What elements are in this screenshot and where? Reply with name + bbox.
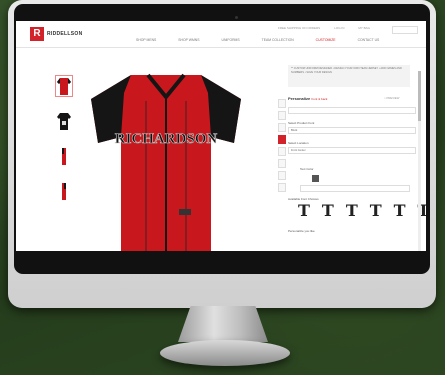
footer-label: Personalize you like [288, 229, 315, 233]
font-choice[interactable]: T [346, 203, 358, 219]
info-notice: ** CUSTOM UNIFORM DESIGNER • DESIGN YOUR… [288, 65, 410, 87]
nav-item[interactable]: SHOP MENS [136, 38, 156, 42]
browser-screen: R RIDDELLSON SHOP MENS SHOP WMNS UNIFORM… [16, 21, 426, 251]
step-tab[interactable] [278, 159, 286, 168]
utility-links: FREE SHIPPING ON ORDERS LOG IN MY BAG [278, 26, 370, 30]
utility-link[interactable]: MY BAG [358, 26, 370, 30]
brand-logo-icon[interactable]: R [30, 27, 44, 41]
utility-link[interactable]: LOG IN [334, 26, 344, 30]
jersey-name-text: RICHARDSON [115, 131, 218, 147]
utility-link[interactable]: FREE SHIPPING ON ORDERS [278, 26, 320, 30]
panel-title-tag: front & back [311, 97, 328, 101]
panel-title: Personalize front & back [288, 96, 327, 101]
font-choice[interactable]: T [394, 203, 406, 219]
nav-item[interactable]: UNIFORMS [222, 38, 240, 42]
site-header: R RIDDELLSON SHOP MENS SHOP WMNS UNIFORM… [16, 21, 426, 48]
nav-item[interactable]: TEAM COLLECTION [262, 38, 294, 42]
field-label: Select Product Font [288, 121, 315, 125]
name-input[interactable] [288, 107, 416, 114]
step-tab[interactable] [278, 183, 286, 192]
location-select[interactable]: Front Center [288, 147, 416, 154]
preview-toggle[interactable]: ○ PREVIEW [384, 96, 399, 100]
step-tab[interactable] [278, 99, 286, 108]
color-swatch[interactable] [312, 175, 319, 182]
nav-item[interactable]: SHOP WMNS [178, 38, 199, 42]
thumbnail-left[interactable] [56, 146, 72, 166]
step-tab[interactable] [278, 147, 286, 156]
search-input[interactable] [392, 26, 418, 34]
field-label: Select Location [288, 141, 309, 145]
step-tab[interactable] [278, 111, 286, 120]
step-tabs [278, 99, 286, 195]
monitor-base [160, 340, 290, 366]
nav-item[interactable]: CONTACT US [358, 38, 380, 42]
thumbnail-front[interactable] [55, 75, 73, 97]
font-choice[interactable]: T [370, 203, 382, 219]
camera [235, 16, 238, 19]
font-select[interactable]: Block [288, 127, 416, 134]
brand-name[interactable]: RIDDELLSON [47, 31, 83, 37]
panel-title-text: Personalize [288, 96, 311, 101]
font-choice[interactable]: T [322, 203, 334, 219]
scrollbar[interactable] [418, 71, 421, 251]
nav-item-active[interactable]: CUSTOMIZE [316, 38, 336, 42]
jersey-preview: RICHARDSON [91, 73, 241, 251]
field-label: Text Color [300, 167, 314, 171]
step-tab-active[interactable] [278, 135, 286, 144]
thumbnail-right[interactable] [56, 181, 72, 201]
monitor-stand [178, 306, 268, 342]
font-choice-row: T T T T T T [298, 203, 426, 219]
scrollbar-thumb[interactable] [418, 71, 421, 121]
text-color-field[interactable] [300, 185, 410, 192]
step-tab[interactable] [278, 171, 286, 180]
main-nav: SHOP MENS SHOP WMNS UNIFORMS TEAM COLLEC… [136, 38, 379, 42]
step-tab[interactable] [278, 123, 286, 132]
customize-panel: ** CUSTOM UNIFORM DESIGNER • DESIGN YOUR… [288, 51, 426, 251]
font-choice[interactable]: T [298, 203, 310, 219]
thumbnail-back[interactable] [56, 111, 72, 131]
